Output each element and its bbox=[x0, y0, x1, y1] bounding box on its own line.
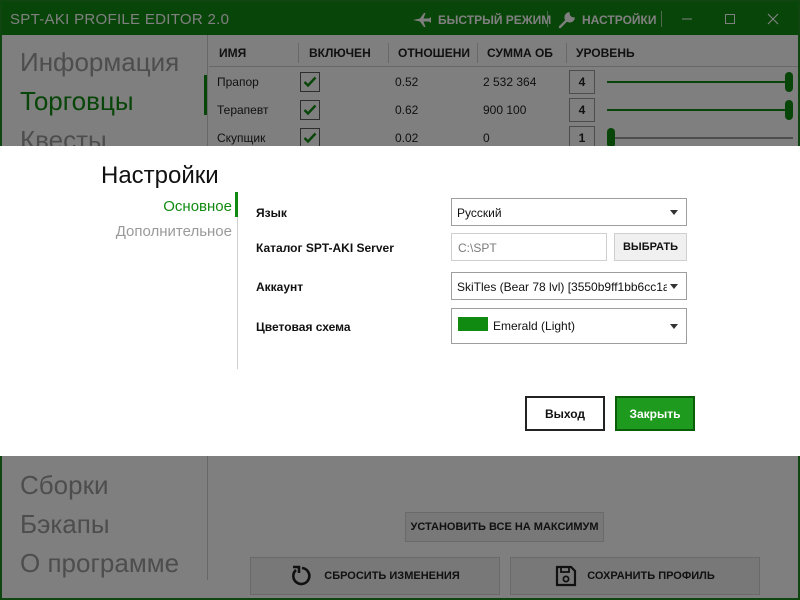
browse-label: ВЫБРАТЬ bbox=[622, 241, 678, 253]
color-scheme-value: Emerald (Light) bbox=[493, 319, 576, 333]
chevron-down-icon bbox=[670, 210, 678, 215]
language-select[interactable]: Русский bbox=[451, 198, 687, 226]
exit-label: Выход bbox=[544, 406, 586, 421]
language-value: Русский bbox=[457, 206, 502, 220]
dialog-title: Настройки bbox=[101, 162, 219, 189]
account-label: Аккаунт bbox=[256, 280, 304, 294]
settings-tab-general[interactable]: Основное bbox=[163, 198, 232, 215]
settings-nav-divider bbox=[237, 192, 238, 369]
server-dir-label: Каталог SPT-AKI Server bbox=[256, 241, 394, 255]
chevron-down-icon bbox=[670, 324, 678, 329]
account-value: SkiTles (Bear 78 lvl) [3550b9ff1bb6cc1a bbox=[457, 280, 667, 294]
server-dir-input[interactable]: C:\SPT bbox=[451, 233, 607, 261]
chevron-down-icon bbox=[670, 284, 678, 289]
close-dialog-button[interactable]: Закрыть bbox=[615, 396, 695, 431]
exit-button[interactable]: Выход bbox=[525, 396, 605, 431]
browse-button[interactable]: ВЫБРАТЬ bbox=[614, 233, 687, 261]
color-swatch bbox=[458, 317, 488, 331]
settings-nav-active-indicator bbox=[235, 192, 238, 217]
settings-tab-advanced[interactable]: Дополнительное bbox=[116, 223, 232, 240]
account-select[interactable]: SkiTles (Bear 78 lvl) [3550b9ff1bb6cc1a bbox=[451, 272, 687, 300]
close-label: Закрыть bbox=[629, 406, 681, 421]
language-label: Язык bbox=[256, 206, 287, 220]
settings-dialog: Настройки Основное Дополнительное Язык Р… bbox=[0, 146, 800, 456]
color-scheme-select[interactable]: Emerald (Light) bbox=[451, 308, 687, 344]
color-scheme-label: Цветовая схема bbox=[256, 320, 351, 334]
